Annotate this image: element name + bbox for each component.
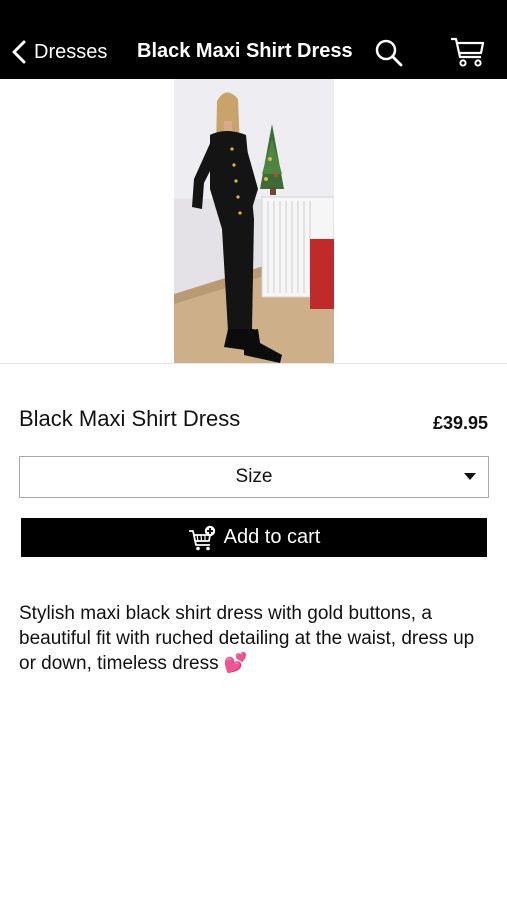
search-button[interactable] (374, 38, 404, 68)
back-button[interactable]: Dresses (10, 36, 107, 68)
nav-bar: Dresses Black Maxi Shirt Dress (0, 0, 507, 79)
add-to-cart-button[interactable]: Add to cart (21, 518, 487, 557)
product-image-area (0, 79, 507, 364)
page-title: Black Maxi Shirt Dress (137, 40, 353, 62)
product-price: £39.95 (432, 413, 488, 433)
product-photo[interactable] (174, 79, 334, 363)
back-label: Dresses (34, 40, 108, 63)
add-to-cart-icon (188, 525, 215, 550)
product-photo-illustration (174, 79, 334, 363)
search-icon (375, 39, 403, 67)
chevron-left-icon (12, 40, 26, 64)
cart-icon (451, 37, 485, 67)
size-select-value: Size (235, 466, 273, 487)
size-select[interactable]: Size (19, 456, 489, 498)
product-name: Black Maxi Shirt Dress (19, 406, 241, 431)
add-to-cart-label: Add to cart (223, 526, 321, 548)
cart-button[interactable] (450, 36, 486, 68)
product-description: Stylish maxi black shirt dress with gold… (19, 603, 475, 674)
caret-down-icon (464, 473, 476, 480)
